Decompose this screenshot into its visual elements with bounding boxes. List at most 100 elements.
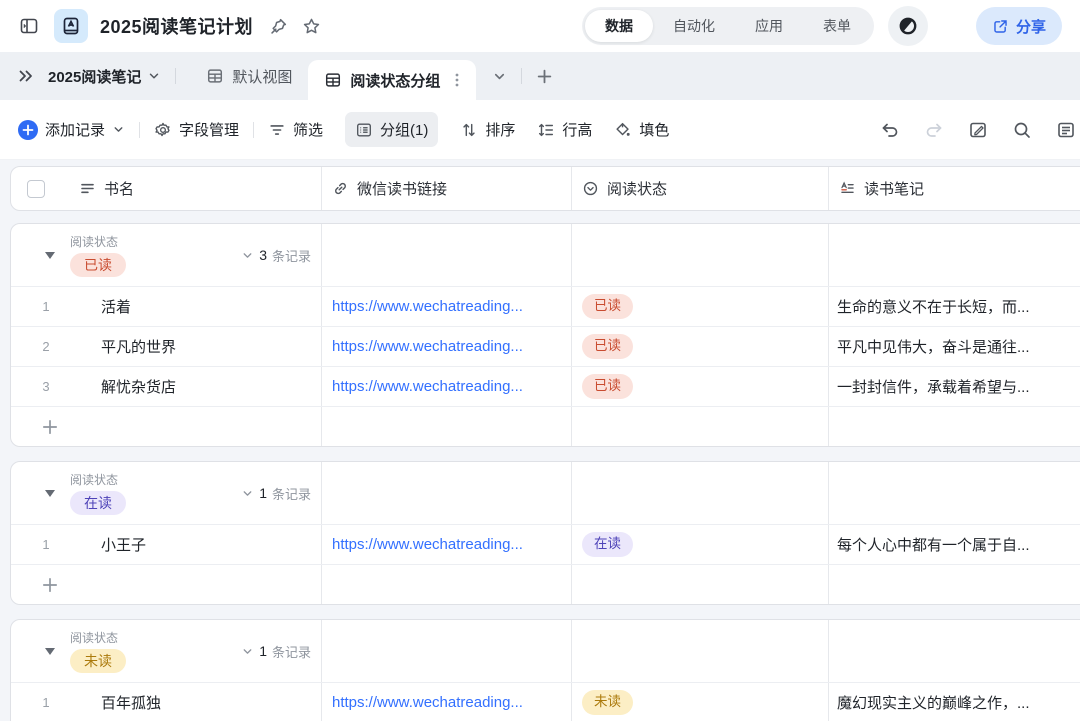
status-badge[interactable]: 未读 [582, 690, 633, 714]
double-chevron-right-icon [16, 66, 36, 86]
cell-link[interactable]: https://www.wechatreading... [332, 536, 523, 553]
contrast-icon [897, 15, 919, 37]
star-icon[interactable] [302, 17, 321, 36]
status-badge[interactable]: 已读 [582, 334, 633, 358]
record-count-number: 1 [259, 485, 267, 501]
column-header-status[interactable]: 阅读状态 [571, 167, 828, 210]
view-more-menu-icon[interactable] [450, 72, 464, 88]
collapse-triangle-icon[interactable] [45, 648, 55, 655]
collapse-triangle-icon[interactable] [45, 490, 55, 497]
group-value-badge[interactable]: 已读 [70, 253, 126, 278]
record-panel-button[interactable] [1056, 120, 1076, 140]
tab-forms[interactable]: 表单 [803, 10, 871, 42]
table-row[interactable]: 1 小王子 https://www.wechatreading... 在读 每个… [11, 524, 1080, 564]
column-header-card: 书名 微信读书链接 阅读状态 [10, 166, 1080, 211]
share-label: 分享 [1016, 16, 1046, 37]
mode-tab-group: 数据 自动化 应用 表单 [582, 7, 874, 45]
group-value-badge[interactable]: 未读 [70, 649, 126, 674]
status-badge[interactable]: 已读 [582, 294, 633, 318]
column-label: 读书笔记 [864, 178, 924, 199]
cell-note: 魔幻现实主义的巅峰之作，... [837, 692, 1030, 713]
group-icon [355, 121, 373, 139]
edit-record-button[interactable] [968, 120, 988, 140]
field-manage-label: 字段管理 [179, 119, 239, 140]
share-icon [992, 18, 1009, 35]
cell-link[interactable]: https://www.wechatreading... [332, 338, 523, 355]
table-name: 2025阅读笔记 [48, 66, 141, 87]
view-tab-label: 默认视图 [232, 66, 292, 87]
cell-link[interactable]: https://www.wechatreading... [332, 298, 523, 315]
status-badge[interactable]: 已读 [582, 374, 633, 398]
row-number: 1 [11, 537, 81, 552]
sort-button[interactable]: 排序 [460, 119, 515, 140]
cell-link[interactable]: https://www.wechatreading... [332, 694, 523, 711]
table-switcher[interactable]: 2025阅读笔记 [48, 66, 161, 87]
group-field-label: 阅读状态 [70, 471, 118, 488]
tab-data[interactable]: 数据 [585, 10, 653, 42]
expand-panel-button[interactable] [16, 66, 36, 86]
collapse-triangle-icon[interactable] [45, 252, 55, 259]
column-header-notes[interactable]: 读书笔记 [828, 167, 1080, 210]
grid-view-icon [206, 67, 224, 85]
group-button[interactable]: 分组(1) [345, 112, 438, 147]
filter-label: 筛选 [293, 119, 323, 140]
search-button[interactable] [1012, 120, 1032, 140]
sidebar-toggle-button[interactable] [12, 9, 46, 43]
chevron-down-icon [241, 249, 254, 262]
chevron-down-icon [147, 69, 161, 83]
view-list-dropdown[interactable] [486, 69, 513, 84]
row-height-icon [537, 121, 555, 139]
row-number: 2 [11, 339, 81, 354]
page-title: 2025阅读笔记计划 [100, 13, 253, 39]
tab-automation[interactable]: 自动化 [653, 10, 735, 42]
table-content-area: 书名 微信读书链接 阅读状态 [0, 160, 1080, 721]
group-label: 分组(1) [380, 119, 428, 140]
status-badge[interactable]: 在读 [582, 532, 633, 556]
group-record-count[interactable]: 1 条记录 [241, 484, 311, 503]
redo-button[interactable] [924, 120, 944, 140]
group-record-count[interactable]: 3 条记录 [241, 246, 311, 265]
filter-button[interactable]: 筛选 [268, 119, 323, 140]
table-row[interactable]: 3 解忧杂货店 https://www.wechatreading... 已读 … [11, 366, 1080, 406]
cell-note: 每个人心中都有一个属于自... [837, 534, 1030, 555]
field-manage-button[interactable]: 字段管理 [154, 119, 239, 140]
table-row[interactable]: 1 活着 https://www.wechatreading... 已读 生命的… [11, 286, 1080, 326]
tab-apps[interactable]: 应用 [735, 10, 803, 42]
add-record-button[interactable]: 添加记录 [18, 119, 125, 140]
select-field-icon [582, 180, 599, 197]
fill-color-button[interactable]: 填色 [614, 119, 669, 140]
group-header: 阅读状态 未读 1 条记录 [11, 620, 1080, 682]
grid-view-icon [324, 71, 342, 89]
pin-icon[interactable] [269, 17, 288, 36]
cell-link[interactable]: https://www.wechatreading... [332, 378, 523, 395]
group-record-count[interactable]: 1 条记录 [241, 642, 311, 661]
table-row[interactable]: 1 百年孤独 https://www.wechatreading... 未读 魔… [11, 682, 1080, 721]
filter-icon [268, 121, 286, 139]
top-bar: 2025阅读笔记计划 数据 自动化 应用 表单 分享 [0, 0, 1080, 52]
column-header-title[interactable]: 书名 [11, 167, 321, 210]
table-row[interactable]: 2 平凡的世界 https://www.wechatreading... 已读 … [11, 326, 1080, 366]
record-count-number: 1 [259, 643, 267, 659]
view-tab-status-group[interactable]: 阅读状态分组 [308, 60, 476, 100]
add-view-button[interactable] [530, 68, 559, 85]
theme-toggle-button[interactable] [888, 6, 928, 46]
undo-button[interactable] [880, 120, 900, 140]
chevron-down-icon [241, 487, 254, 500]
column-label: 微信读书链接 [357, 178, 447, 199]
link-field-icon [332, 180, 349, 197]
view-tab-default[interactable]: 默认视图 [190, 52, 308, 100]
add-row[interactable] [11, 564, 1080, 604]
group-value-badge[interactable]: 在读 [70, 491, 126, 516]
share-button[interactable]: 分享 [976, 7, 1062, 45]
cell-note: 平凡中见伟大，奋斗是通往... [837, 336, 1030, 357]
row-height-button[interactable]: 行高 [537, 119, 592, 140]
cell-book-title: 活着 [101, 296, 131, 317]
sort-icon [460, 121, 478, 139]
group-header: 阅读状态 已读 3 条记录 [11, 224, 1080, 286]
plus-circle-icon [18, 120, 38, 140]
add-row[interactable] [11, 406, 1080, 446]
record-count-number: 3 [259, 247, 267, 263]
record-count-suffix: 条记录 [272, 484, 311, 503]
select-all-checkbox[interactable] [27, 180, 45, 198]
column-header-link[interactable]: 微信读书链接 [321, 167, 571, 210]
